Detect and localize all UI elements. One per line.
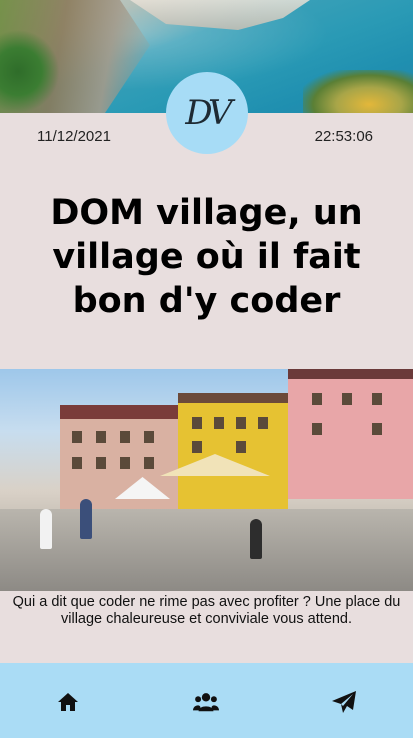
logo[interactable]: DV (166, 72, 248, 154)
nav-send-button[interactable] (331, 689, 357, 715)
bottom-navbar (0, 663, 413, 738)
image-caption: Qui a dit que coder ne rime pas avec pro… (12, 594, 401, 627)
send-icon (332, 691, 356, 713)
village-square-image (0, 369, 413, 591)
home-icon (58, 693, 78, 711)
nav-users-button[interactable] (193, 689, 219, 715)
users-icon (193, 693, 219, 712)
time-display: 22:53:06 (314, 128, 373, 145)
page-title: DOM village, un village où il fait bon d… (50, 193, 363, 321)
logo-monogram: DV (185, 93, 232, 133)
nav-home-button[interactable] (55, 689, 81, 715)
date-display: 11/12/2021 (37, 128, 111, 145)
